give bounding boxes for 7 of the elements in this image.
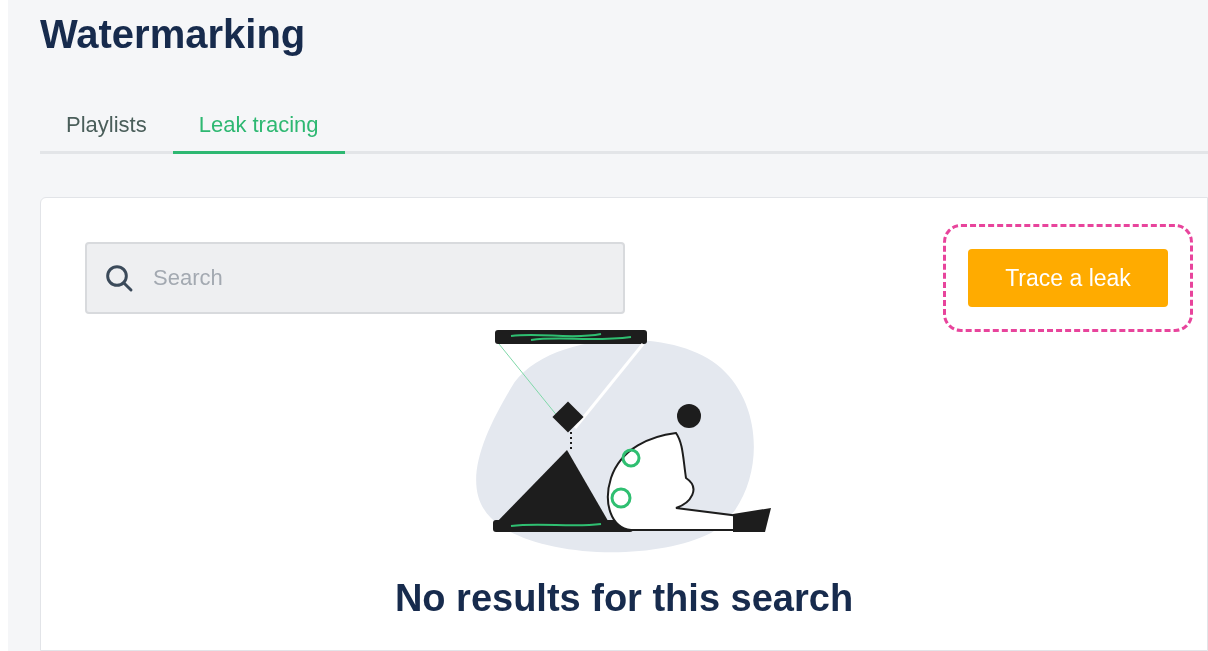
empty-state-heading: No results for this search — [394, 576, 854, 620]
search-field[interactable]: Search — [85, 242, 625, 314]
tab[interactable]: Playlists — [40, 108, 173, 154]
page-title: Watermarking — [40, 11, 306, 58]
search-icon — [103, 262, 135, 294]
tab[interactable]: Leak tracing — [172, 108, 345, 154]
trace-leak-button[interactable]: Trace a leak — [968, 249, 1168, 307]
